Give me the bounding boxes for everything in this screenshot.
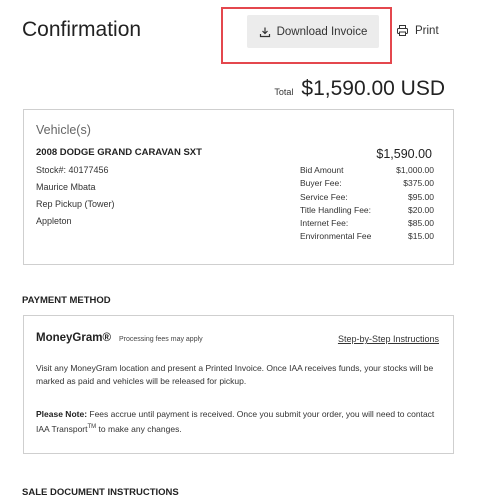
fee-value: $85.00 <box>408 218 434 229</box>
vehicles-heading: Vehicle(s) <box>36 123 91 137</box>
vehicle-price: $1,590.00 <box>376 147 432 161</box>
fee-label: Environmental Fee <box>300 231 372 242</box>
vehicle-pickup: Rep Pickup (Tower) <box>36 199 115 209</box>
fee-row: Internet Fee: $85.00 <box>300 217 434 230</box>
fee-value: $375.00 <box>403 178 434 189</box>
payment-description: Visit any MoneyGram location and present… <box>36 363 434 386</box>
printer-icon <box>397 25 408 36</box>
fee-label: Title Handling Fee: <box>300 204 372 215</box>
download-invoice-label: Download Invoice <box>276 25 368 38</box>
fee-label: Bid Amount <box>300 165 344 175</box>
total-label: Total <box>274 87 294 97</box>
fee-list: Bid Amount $1,000.00 Buyer Fee: $375.00 … <box>300 164 434 244</box>
payment-method-name: MoneyGram® <box>36 332 111 344</box>
download-icon <box>259 27 270 37</box>
page-title: Confirmation <box>22 18 142 41</box>
trademark-mark: TM <box>87 424 97 430</box>
payment-method-heading: PAYMENT METHOD <box>22 295 111 306</box>
download-invoice-button[interactable]: Download Invoice <box>247 15 379 48</box>
note-end: to make any changes. <box>96 423 182 434</box>
fee-label: Service Fee: <box>300 191 348 202</box>
total-value: $1,590.00 USD <box>301 77 445 100</box>
order-total: Total $1,590.00 USD <box>274 77 445 101</box>
note-label: Please Note: <box>36 409 88 419</box>
fee-row: Service Fee: $95.00 <box>300 191 434 204</box>
step-by-step-instructions-link[interactable]: Step-by-Step Instructions <box>338 334 439 344</box>
fee-value: $15.00 <box>408 231 434 242</box>
sale-document-instructions-heading: SALE DOCUMENT INSTRUCTIONS <box>22 487 179 498</box>
processing-fees-note: Processing fees may apply <box>119 336 203 343</box>
vehicle-owner: Maurice Mbata <box>36 182 96 192</box>
payment-note: Please Note: Fees accrue until payment i… <box>36 408 446 436</box>
fee-row: Title Handling Fee: $20.00 <box>300 204 434 217</box>
vehicle-stock: Stock#: 40177456 <box>36 165 109 175</box>
vehicle-name: 2008 DODGE GRAND CARAVAN SXT <box>36 147 202 158</box>
fee-label: Buyer Fee: <box>300 178 342 189</box>
print-button[interactable]: Print <box>396 24 439 37</box>
fee-value: $1,000.00 <box>396 165 434 175</box>
print-label: Print <box>415 24 439 37</box>
fee-value: $20.00 <box>408 204 434 215</box>
fee-label: Internet Fee: <box>300 218 349 229</box>
vehicles-card: Vehicle(s) 2008 DODGE GRAND CARAVAN SXT … <box>23 109 454 265</box>
fee-value: $95.00 <box>408 191 434 202</box>
fee-row: Buyer Fee: $375.00 <box>300 177 434 190</box>
fee-row: Bid Amount $1,000.00 <box>300 164 434 177</box>
moneygram-card: MoneyGram® Processing fees may apply Ste… <box>23 315 454 454</box>
vehicle-location: Appleton <box>36 216 72 226</box>
fee-row: Environmental Fee $15.00 <box>300 230 434 243</box>
